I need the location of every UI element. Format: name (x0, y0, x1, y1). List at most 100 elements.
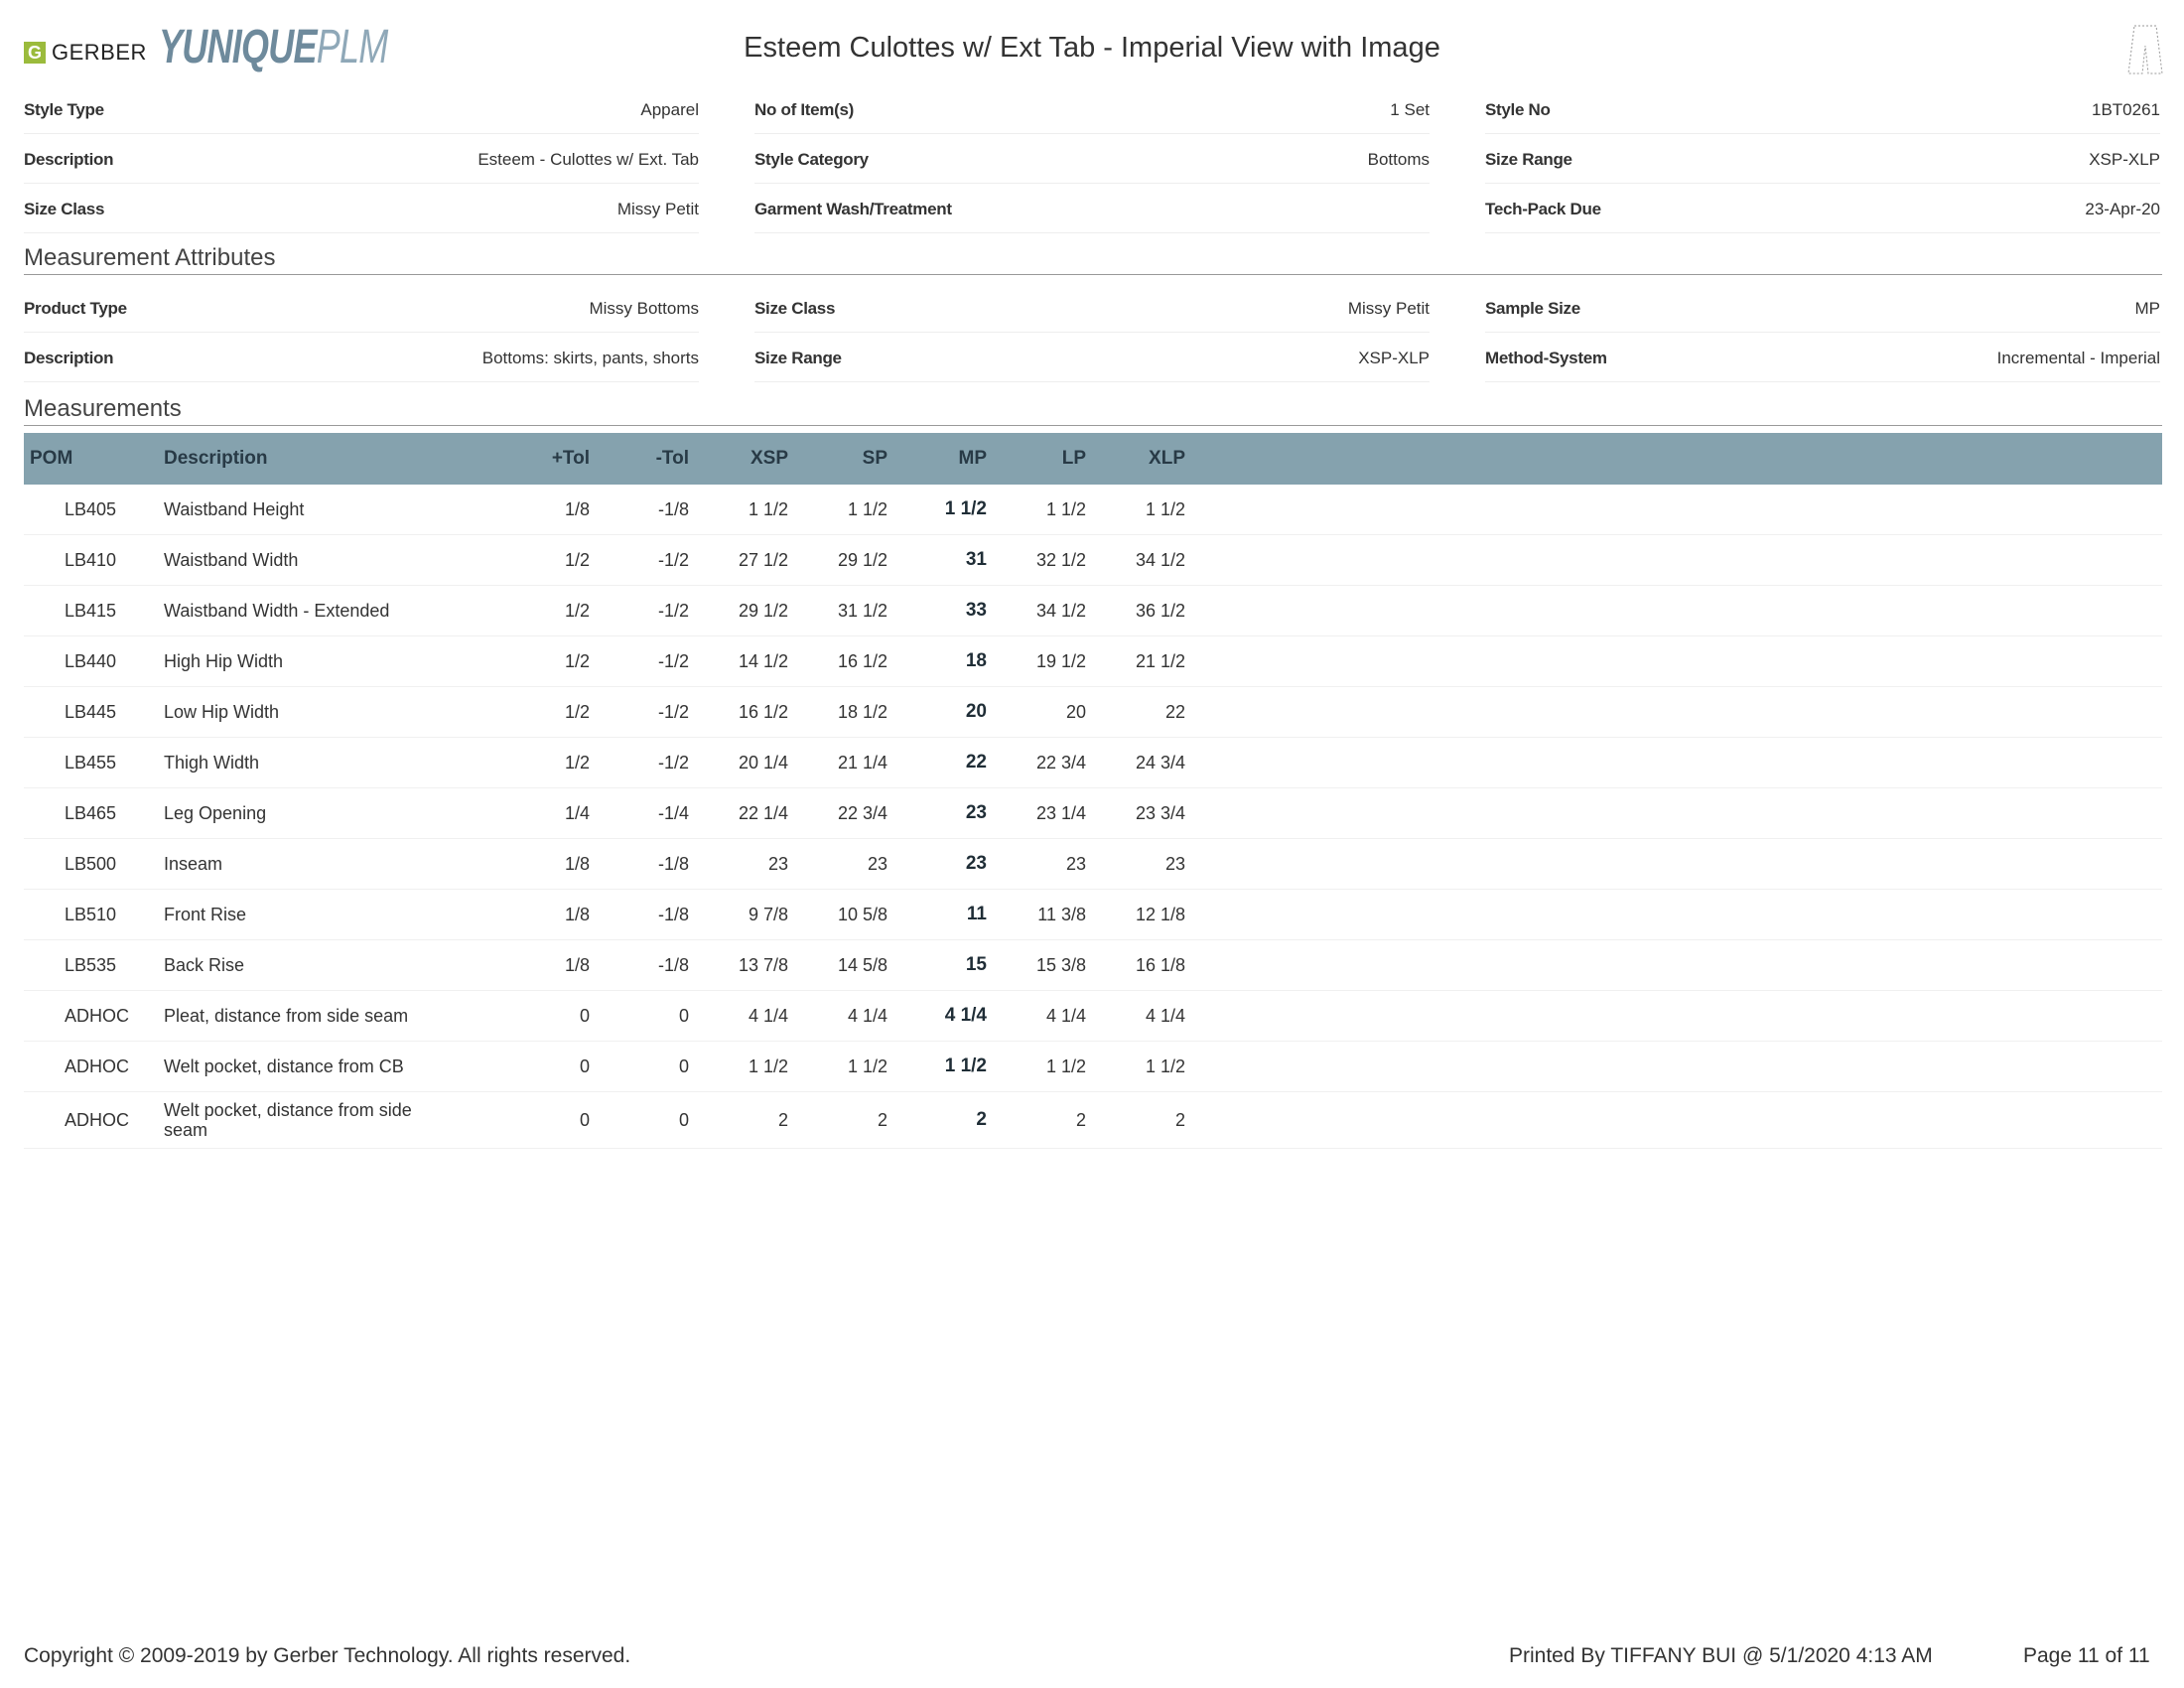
info-field-label: Method-System (1485, 349, 1607, 367)
info-field-value: Missy Bottoms (589, 299, 699, 318)
cell-description: Welt pocket, distance from side seam (164, 1100, 412, 1140)
printed-by-text: Printed By TIFFANY BUI @ 5/1/2020 4:13 A… (1509, 1644, 1933, 1667)
info-field-label: Size Class (24, 200, 105, 218)
cell-lp: 2 (1075, 1109, 1086, 1130)
column-header-plus-tol: +Tol (551, 448, 590, 469)
info-field-value: Incremental - Imperial (1996, 349, 2160, 367)
cell-lp: 34 1/2 (1035, 600, 1086, 621)
info-field-value: 1 Set (1390, 100, 1430, 119)
cell-minus-tol: -1/2 (657, 600, 689, 621)
measurements-heading: Measurements (24, 395, 2162, 426)
cell-pom: LB410 (65, 549, 117, 570)
cell-sp: 1 1/2 (847, 1055, 887, 1076)
column-header-xlp: XLP (1149, 448, 1185, 469)
cell-description: Pleat, distance from side seam (164, 1006, 409, 1026)
cell-plus-tol: 1/8 (564, 853, 590, 874)
cell-plus-tol: 1/2 (564, 701, 590, 722)
info-field-label: Size Range (754, 349, 842, 367)
info-field: Method-System Incremental - Imperial (1485, 336, 2160, 382)
cell-pom: LB510 (65, 904, 117, 924)
info-field: Description Esteem - Culottes w/ Ext. Tab (24, 137, 699, 184)
cell-sp: 18 1/2 (837, 701, 887, 722)
cell-plus-tol: 0 (579, 1109, 590, 1130)
cell-mp: 31 (965, 549, 987, 570)
cell-xlp: 1 1/2 (1145, 1055, 1185, 1076)
cell-plus-tol: 1/4 (564, 802, 590, 823)
info-field: Style No 1BT0261 (1485, 87, 2160, 134)
cell-pom: ADHOC (65, 1055, 130, 1076)
cell-mp: 1 1/2 (944, 498, 987, 519)
cell-pom: LB440 (65, 650, 117, 671)
cell-plus-tol: 1/8 (564, 904, 590, 924)
cell-description: Front Rise (164, 905, 247, 924)
info-field-value: Esteem - Culottes w/ Ext. Tab (478, 150, 699, 169)
cell-xlp: 36 1/2 (1135, 600, 1185, 621)
cell-lp: 23 (1065, 853, 1086, 874)
info-field-value: Bottoms (1367, 150, 1430, 169)
cell-pom: LB455 (65, 752, 117, 773)
table-row: LB440 High Hip Width 1/2 -1/2 14 1/2 16 1/2 18… (24, 636, 2162, 687)
cell-description: Back Rise (164, 955, 245, 975)
cell-mp: 20 (965, 701, 987, 722)
measurements-table-body: LB405 Waistband Height 1/8 -1/8 1 1/2 1 1/2 1 … (24, 485, 2162, 1149)
info-field: Size Class Missy Petit (24, 187, 699, 233)
info-field-value: Bottoms: skirts, pants, shorts (481, 349, 699, 367)
cell-pom: LB500 (65, 853, 117, 874)
cell-sp: 10 5/8 (837, 904, 887, 924)
cell-mp: 23 (965, 853, 987, 874)
cell-xlp: 24 3/4 (1135, 752, 1185, 773)
cell-description: Thigh Width (164, 753, 260, 773)
info-field-label: Size Range (1485, 150, 1572, 169)
cell-xlp: 22 (1164, 701, 1185, 722)
cell-xlp: 4 1/4 (1145, 1005, 1185, 1026)
cell-sp: 14 5/8 (837, 954, 887, 975)
copyright-text: Copyright © 2009-2019 by Gerber Technolo… (24, 1644, 631, 1667)
cell-description: Inseam (164, 854, 223, 874)
cell-xsp: 1 1/2 (748, 1055, 788, 1076)
info-field-label: Sample Size (1485, 299, 1580, 318)
cell-mp: 22 (965, 752, 987, 773)
table-row: LB445 Low Hip Width 1/2 -1/2 16 1/2 18 1/2 20 2… (24, 687, 2162, 738)
info-field: Size Class Missy Petit (754, 286, 1430, 333)
cell-lp: 32 1/2 (1035, 549, 1086, 570)
cell-lp: 1 1/2 (1045, 1055, 1086, 1076)
cell-mp: 11 (966, 904, 987, 924)
cell-xsp: 22 1/4 (738, 802, 788, 823)
cell-mp: 2 (976, 1109, 987, 1130)
info-field: Size Range XSP-XLP (1485, 137, 2160, 184)
table-row: LB510 Front Rise 1/8 -1/8 9 7/8 10 5/8 11 11 3/… (24, 890, 2162, 940)
cell-xsp: 20 1/4 (738, 752, 788, 773)
cell-pom: LB405 (65, 498, 117, 519)
cell-mp: 33 (965, 600, 987, 621)
cell-xsp: 13 7/8 (738, 954, 788, 975)
cell-plus-tol: 1/2 (564, 549, 590, 570)
cell-xlp: 23 3/4 (1135, 802, 1185, 823)
info-field-label: Style Category (754, 150, 869, 169)
cell-minus-tol: -1/4 (657, 802, 689, 823)
cell-xsp: 29 1/2 (738, 600, 788, 621)
cell-lp: 15 3/8 (1035, 954, 1086, 975)
cell-minus-tol: -1/2 (657, 701, 689, 722)
info-field: Tech-Pack Due 23-Apr-20 (1485, 187, 2160, 233)
cell-minus-tol: -1/2 (657, 752, 689, 773)
table-row: LB465 Leg Opening 1/4 -1/4 22 1/4 22 3/4 23 23 … (24, 788, 2162, 839)
cell-xsp: 9 7/8 (748, 904, 788, 924)
info-field-value: 1BT0261 (2092, 100, 2160, 119)
info-field: No of Item(s) 1 Set (754, 87, 1430, 134)
cell-xlp: 12 1/8 (1135, 904, 1185, 924)
cell-plus-tol: 0 (579, 1005, 590, 1026)
cell-xsp: 16 1/2 (738, 701, 788, 722)
cell-xlp: 21 1/2 (1135, 650, 1185, 671)
cell-lp: 1 1/2 (1045, 498, 1086, 519)
document-title: Esteem Culottes w/ Ext Tab - Imperial Vi… (744, 32, 1440, 64)
cell-minus-tol: 0 (678, 1109, 689, 1130)
cell-description: Low Hip Width (164, 702, 280, 722)
info-field-label: Style No (1485, 100, 1551, 119)
garment-thumbnail-icon (2127, 25, 2163, 74)
cell-pom: LB445 (65, 701, 117, 722)
cell-description: Leg Opening (164, 803, 267, 823)
table-row: LB405 Waistband Height 1/8 -1/8 1 1/2 1 1/2 1 … (24, 485, 2162, 535)
cell-plus-tol: 1/2 (564, 600, 590, 621)
table-row: LB535 Back Rise 1/8 -1/8 13 7/8 14 5/8 15 15 3/… (24, 940, 2162, 991)
cell-sp: 31 1/2 (837, 600, 887, 621)
